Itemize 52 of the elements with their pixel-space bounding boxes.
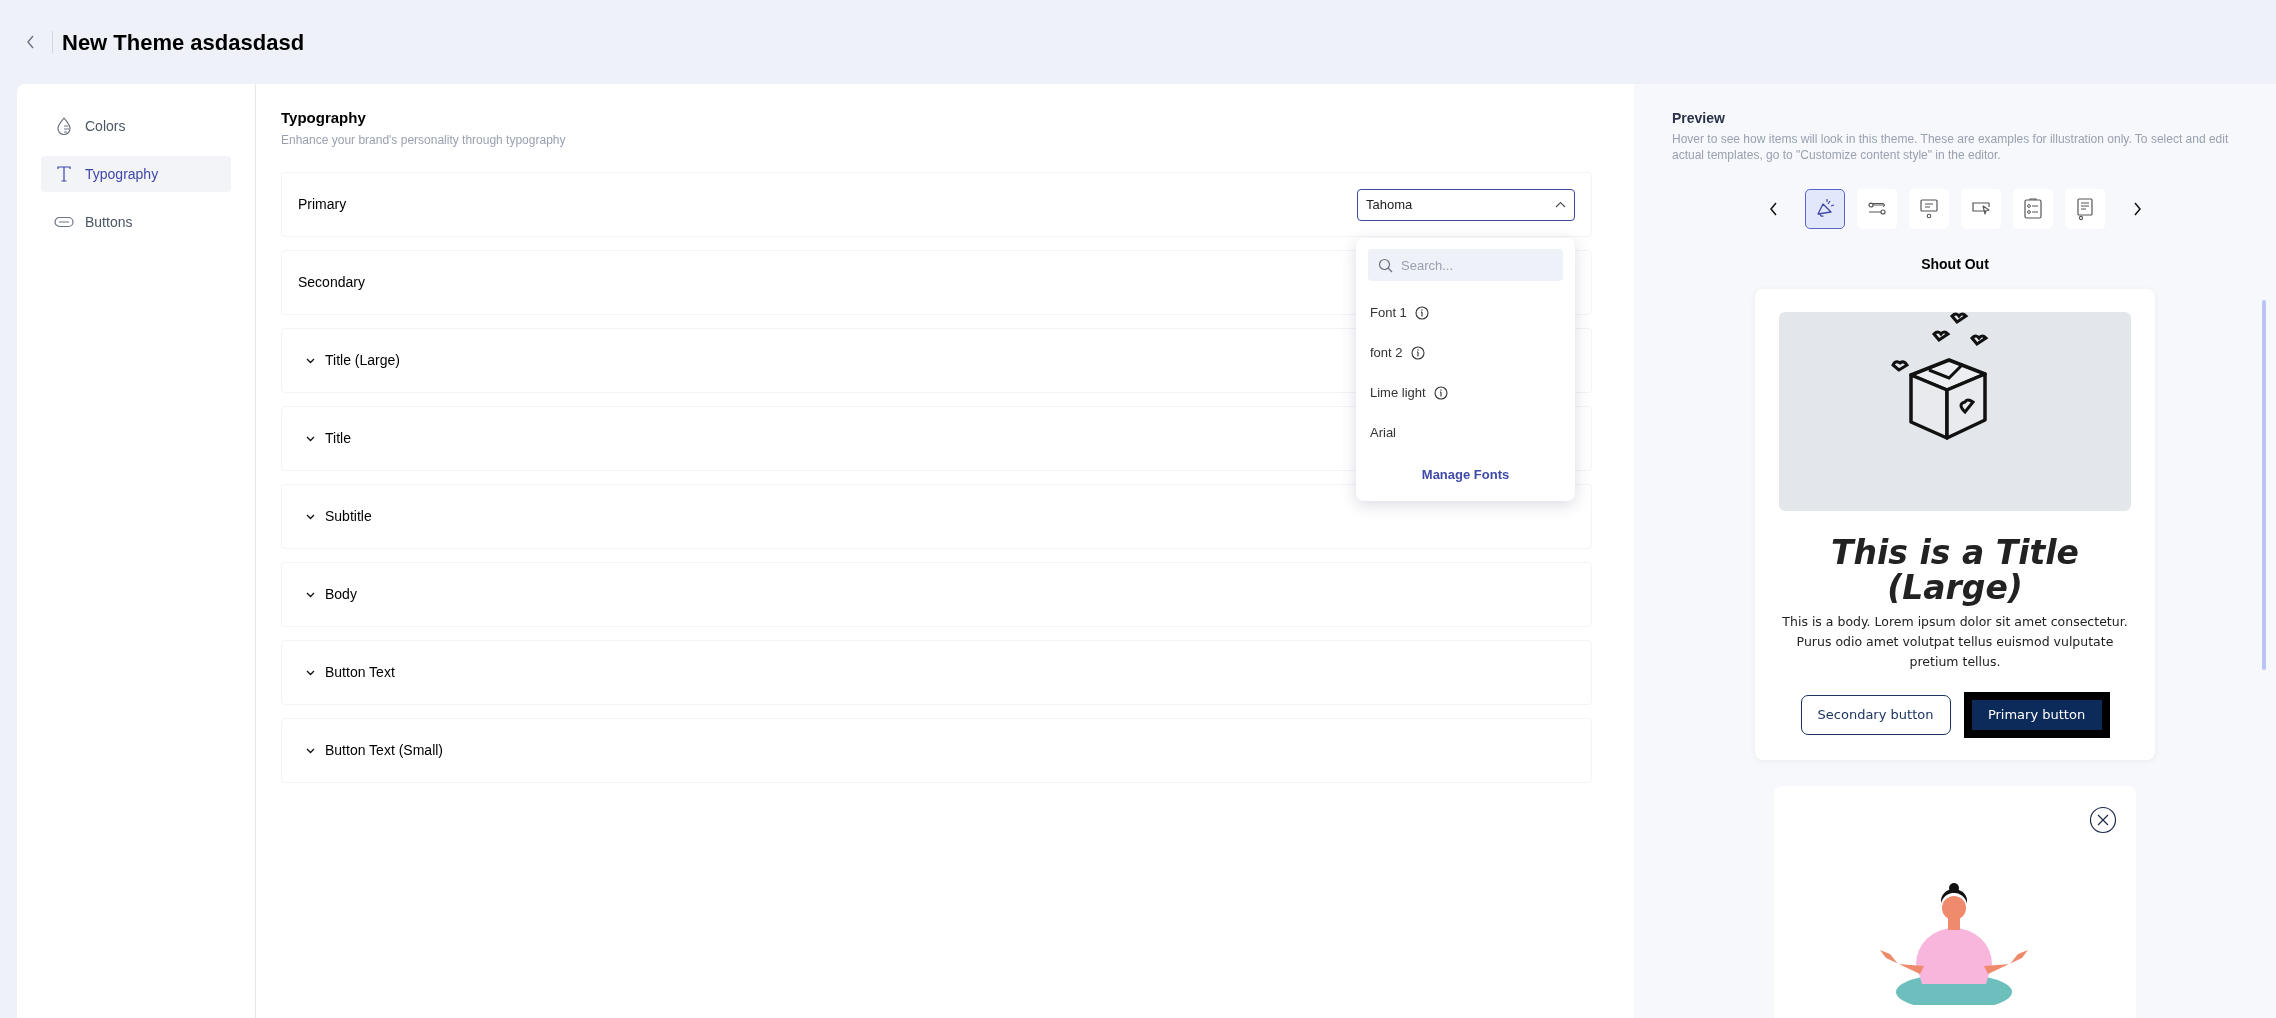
font-setting-row[interactable]: Button Text: [281, 640, 1592, 705]
close-button[interactable]: [2089, 806, 2117, 834]
row-label: Primary: [298, 195, 347, 214]
close-icon: [2089, 806, 2117, 834]
page-title: New Theme asdasdasd: [62, 28, 305, 57]
chevron-up-icon: [1555, 201, 1566, 208]
template-tab[interactable]: [1961, 189, 2001, 229]
row-label: Title: [325, 429, 351, 448]
preview-card-body: This is a body. Lorem ipsum dolor sit amet consectetur. Purus odio amet volutpat tellus euismod vulputate pretium tellus.: [1781, 613, 2129, 671]
row-label: Title (Large): [325, 351, 400, 370]
chevron-down-icon[interactable]: [306, 357, 315, 364]
section-title: Typography: [281, 108, 367, 128]
template-name: Shout Out: [1920, 255, 1990, 274]
font-option[interactable]: Arial: [1368, 413, 1563, 453]
chevron-right-icon: [2132, 202, 2142, 216]
chevron-down-icon[interactable]: [306, 435, 315, 442]
search-field[interactable]: Search...: [1368, 249, 1563, 281]
font-select[interactable]: Tahoma: [1357, 188, 1575, 221]
row-label: Secondary: [298, 273, 365, 292]
font-setting-row[interactable]: Body: [281, 562, 1592, 627]
row-label: Button Text (Small): [325, 741, 443, 760]
template-tab[interactable]: [1909, 189, 1949, 229]
template-tab[interactable]: [1805, 189, 1845, 229]
template-tab[interactable]: [2065, 189, 2105, 229]
font-setting-row[interactable]: Button Text (Small): [281, 718, 1592, 783]
chevron-down-icon[interactable]: [306, 591, 315, 598]
chevron-left-icon: [26, 35, 36, 49]
chevron-left-icon: [1768, 202, 1778, 216]
font-option[interactable]: font 2: [1368, 333, 1563, 373]
secondary-button[interactable]: Secondary button: [1800, 695, 1951, 735]
template-tab[interactable]: [2013, 189, 2053, 229]
section-subtitle: Enhance your brand's personality through typography: [281, 132, 567, 149]
chevron-down-icon[interactable]: [306, 513, 315, 520]
sidebar-item[interactable]: Colors: [41, 108, 231, 144]
text-icon: [57, 166, 71, 182]
sidebar-item[interactable]: Typography: [41, 156, 231, 192]
row-label: Body: [325, 585, 357, 604]
template-tab[interactable]: [1857, 189, 1897, 229]
search-icon: [1378, 258, 1393, 273]
primary-button[interactable]: Primary button: [1963, 692, 2110, 738]
sidebar-item[interactable]: Buttons: [41, 204, 231, 240]
font-setting-row[interactable]: Subtitle: [281, 484, 1592, 549]
row-label: Subtitle: [325, 507, 372, 526]
preview-description: Hover to see how items will look in this theme. These are examples for illustration only. To select and edit actual templates, go to "Customize content style" in the editor.: [1672, 131, 2230, 163]
chevron-down-icon[interactable]: [306, 747, 315, 754]
scrollbar-thumb[interactable]: [2262, 300, 2266, 670]
chevron-down-icon[interactable]: [306, 669, 315, 676]
preview-card-title: This is a Title (Large): [1830, 535, 2080, 605]
row-label: Button Text: [325, 663, 395, 682]
drop-icon: [56, 117, 72, 135]
preview-title: Preview: [1672, 109, 1726, 128]
pill-icon: [54, 216, 74, 228]
